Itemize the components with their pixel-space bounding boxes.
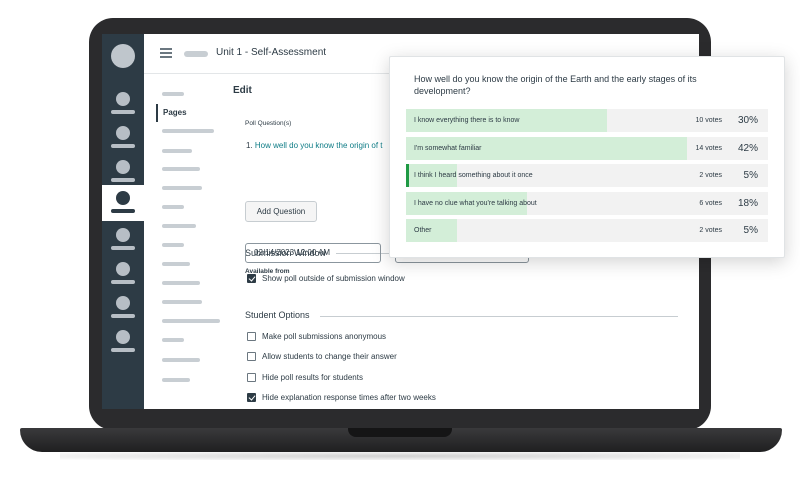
option-hide-results[interactable]: Hide poll results for students xyxy=(247,371,363,383)
hide-results-checkbox[interactable] xyxy=(247,372,256,382)
nav-icon xyxy=(116,126,130,140)
subnav-item[interactable] xyxy=(162,224,196,228)
option-change-answer[interactable]: Allow students to change their answer xyxy=(247,350,397,362)
question-number: 1. xyxy=(246,141,253,150)
poll-answer-row: I have no clue what you're talking about… xyxy=(406,191,768,215)
subnav-item-pages[interactable]: Pages xyxy=(156,104,187,122)
student-options-title: Student Options xyxy=(245,310,310,320)
poll-answer-votes: 2 votes xyxy=(699,227,722,234)
breadcrumb-course[interactable] xyxy=(184,51,208,57)
section-divider xyxy=(320,316,678,317)
poll-answer-option: I think I heard something about it once xyxy=(414,172,533,179)
nav-label-placeholder xyxy=(111,110,135,114)
poll-answer-option: I know everything there is to know xyxy=(414,117,520,124)
hide-explanation-times-checkbox[interactable] xyxy=(247,392,256,402)
available-from-input[interactable]: 02/14/2023 12:00 AM xyxy=(245,243,381,263)
poll-answer-percent: 5% xyxy=(743,225,758,236)
hamburger-menu-icon[interactable] xyxy=(160,48,172,58)
poll-answer-percent: 18% xyxy=(737,197,758,209)
anonymous-label: Make poll submissions anonymous xyxy=(262,331,387,341)
subnav-item[interactable] xyxy=(162,167,200,171)
nav-label-placeholder xyxy=(111,144,135,148)
nav-label-placeholder xyxy=(111,314,135,318)
subnav-item[interactable] xyxy=(162,186,202,190)
subnav-item[interactable] xyxy=(162,300,202,304)
show-outside-window-option[interactable]: Show poll outside of submission window xyxy=(247,272,405,284)
nav-icon xyxy=(116,191,130,205)
poll-answer-votes: 10 votes xyxy=(695,117,722,124)
nav-icon xyxy=(116,92,130,106)
breadcrumb-title: Unit 1 - Self-Assessment xyxy=(216,47,327,58)
nav-item[interactable] xyxy=(102,222,144,258)
nav-item[interactable] xyxy=(102,120,144,156)
option-hide-explanation-times[interactable]: Hide explanation response times after tw… xyxy=(247,391,436,403)
subnav-item[interactable] xyxy=(162,281,200,285)
nav-item-active[interactable] xyxy=(102,185,144,221)
add-question-button[interactable]: Add Question xyxy=(245,201,317,222)
question-item[interactable]: 1. How well do you know the origin of t xyxy=(246,141,383,150)
page-title: Edit xyxy=(233,85,252,96)
avatar[interactable] xyxy=(111,44,135,68)
poll-questions-label: Poll Question(s) xyxy=(245,120,292,127)
nav-item[interactable] xyxy=(102,256,144,292)
change-answer-checkbox[interactable] xyxy=(247,351,256,361)
laptop-notch xyxy=(348,428,452,437)
subnav-item[interactable] xyxy=(162,262,190,266)
poll-answer-votes: 14 votes xyxy=(695,144,722,152)
laptop-shadow xyxy=(60,452,740,460)
option-anonymous[interactable]: Make poll submissions anonymous xyxy=(247,330,386,342)
poll-answer-option: Other xyxy=(414,227,432,234)
poll-answer-votes: 6 votes xyxy=(699,199,722,207)
nav-label-placeholder xyxy=(111,246,135,250)
nav-icon xyxy=(116,262,130,276)
poll-answer-row: I know everything there is to know 10 vot… xyxy=(406,109,768,132)
poll-question-text: How well do you know the origin of the E… xyxy=(414,74,697,96)
question-link[interactable]: How well do you know the origin of t xyxy=(255,141,383,150)
poll-answer-option: I'm somewhat familiar xyxy=(414,144,482,152)
poll-answer-row: I think I heard something about it once 2… xyxy=(406,164,768,187)
nav-item[interactable] xyxy=(102,324,144,360)
subnav-item[interactable] xyxy=(162,319,220,323)
subnav-item[interactable] xyxy=(162,338,184,342)
anonymous-checkbox[interactable] xyxy=(247,331,256,341)
poll-answer-percent: 5% xyxy=(743,170,758,181)
subnav-item[interactable] xyxy=(162,243,184,247)
nav-icon xyxy=(116,228,130,242)
poll-answer-option: I have no clue what you're talking about xyxy=(414,199,537,207)
poll-answer-row: Other 2 votes 5% xyxy=(406,219,768,242)
nav-label-placeholder xyxy=(111,178,135,182)
change-answer-label: Allow students to change their answer xyxy=(262,351,397,361)
nav-item[interactable] xyxy=(102,86,144,122)
subnav-item[interactable] xyxy=(162,149,192,153)
show-outside-window-checkbox[interactable] xyxy=(247,273,256,283)
nav-icon xyxy=(116,296,130,310)
global-nav-rail xyxy=(102,34,144,409)
show-outside-window-label: Show poll outside of submission window xyxy=(262,273,405,283)
nav-label-placeholder xyxy=(111,348,135,352)
subnav-item[interactable] xyxy=(162,378,190,382)
nav-icon xyxy=(116,330,130,344)
poll-answer-percent: 30% xyxy=(737,115,758,126)
nav-item[interactable] xyxy=(102,290,144,326)
subnav-item[interactable] xyxy=(162,358,200,362)
poll-answer-percent: 42% xyxy=(737,142,758,154)
hide-results-label: Hide poll results for students xyxy=(262,372,363,382)
hide-explanation-times-label: Hide explanation response times after tw… xyxy=(262,392,436,402)
poll-answer-row: I'm somewhat familiar 14 votes 42% xyxy=(406,136,768,160)
nav-label-placeholder xyxy=(111,209,135,213)
subnav-item[interactable] xyxy=(162,205,184,209)
poll-results-card: How well do you know the origin of the E… xyxy=(389,56,785,258)
nav-icon xyxy=(116,160,130,174)
subnav-item[interactable] xyxy=(162,92,184,96)
subnav-item[interactable] xyxy=(162,129,214,133)
nav-label-placeholder xyxy=(111,280,135,284)
poll-answer-votes: 2 votes xyxy=(699,172,722,179)
